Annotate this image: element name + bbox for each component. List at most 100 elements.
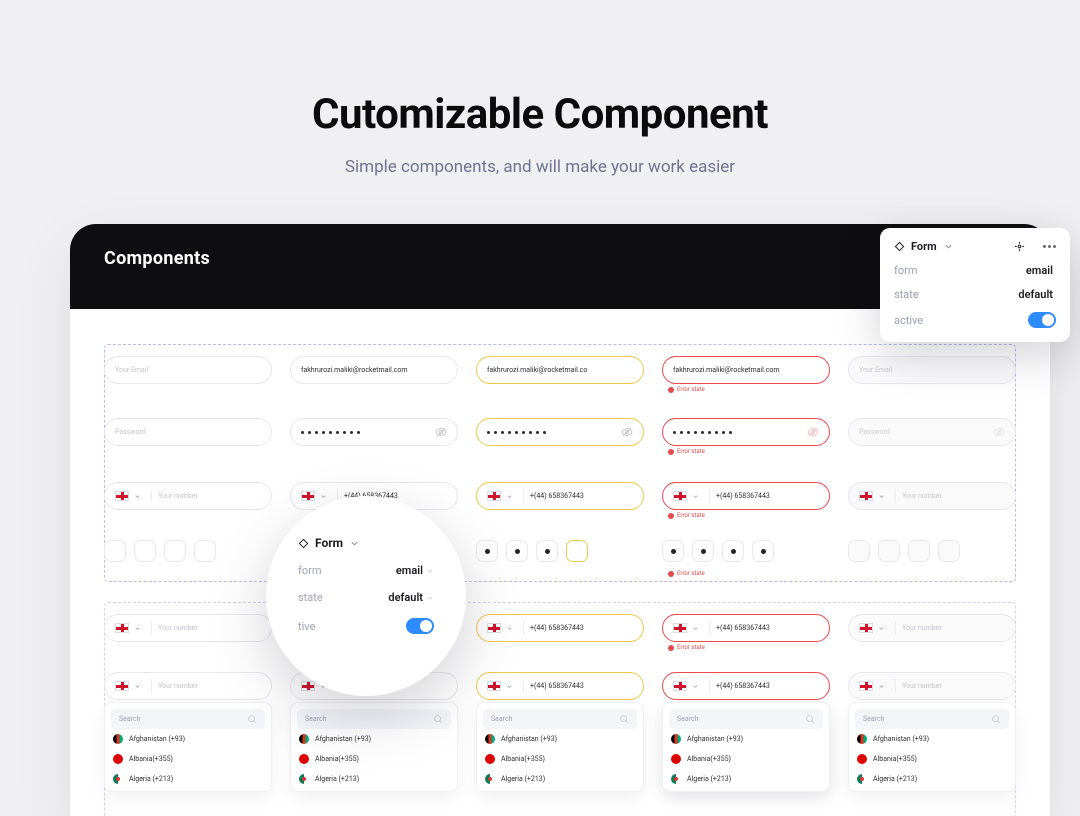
country-option[interactable]: Algeria (+213) [855, 769, 1009, 789]
flag-icon [671, 754, 681, 764]
phone-input-default[interactable]: Your number [104, 672, 272, 700]
search-input[interactable]: Search [669, 709, 823, 729]
country-option[interactable]: Afghanistan (+93) [855, 729, 1009, 749]
email-input-focus[interactable]: fakhrurozi.maliki@rocketmail.co [476, 356, 644, 384]
flag-icon [485, 754, 495, 764]
chevron-down-icon[interactable] [506, 625, 513, 632]
toggle-switch[interactable] [406, 618, 434, 634]
eye-icon[interactable] [807, 426, 819, 438]
phone-input-focus[interactable]: +(44) 658367443 [476, 672, 644, 700]
search-input[interactable]: Search [297, 709, 451, 729]
separator [895, 679, 896, 693]
chevron-down-icon[interactable] [692, 625, 699, 632]
otp-input-disabled [848, 540, 1016, 562]
phone-input-focus[interactable]: +(44) 658367443 [476, 482, 644, 510]
uk-flag-icon [859, 623, 873, 633]
password-input-disabled: Password [848, 418, 1016, 446]
separator [709, 679, 710, 693]
chevron-down-icon[interactable] [692, 493, 699, 500]
chevron-down-icon[interactable] [692, 683, 699, 690]
prop-value[interactable]: default [1018, 288, 1056, 301]
country-option[interactable]: Afghanistan (+93) [483, 729, 637, 749]
country-option[interactable]: Algeria (+213) [669, 769, 823, 789]
prop-label: state [894, 288, 919, 301]
phone-input-error[interactable]: +(44) 658367443 [662, 614, 830, 642]
email-input-disabled: Your Email [848, 356, 1016, 384]
chevron-down-icon[interactable] [134, 493, 141, 500]
chevron-down-icon[interactable] [878, 683, 885, 690]
email-input-filled[interactable]: fakhrurozi.maliki@rocketmail.com [290, 356, 458, 384]
password-input-default[interactable]: Password [104, 418, 272, 446]
country-option[interactable]: Albania(+355) [855, 749, 1009, 769]
country-option[interactable]: Albania(+355) [297, 749, 451, 769]
uk-flag-icon [301, 681, 315, 691]
phone-input-default[interactable]: Your number [104, 482, 272, 510]
otp-input-default[interactable] [104, 540, 272, 562]
flag-icon [113, 734, 123, 744]
password-input-filled[interactable] [290, 418, 458, 446]
phone-value: +(44) 658367443 [530, 492, 584, 500]
country-option[interactable]: Albania(+355) [111, 749, 265, 769]
phone-input-focus[interactable]: +(44) 658367443 [476, 614, 644, 642]
country-dropdown[interactable]: SearchAfghanistan (+93)Albania(+355)Alge… [290, 702, 458, 792]
search-icon [991, 714, 1001, 724]
uk-flag-icon [673, 681, 687, 691]
flag-icon [299, 774, 309, 784]
eye-icon[interactable] [621, 426, 633, 438]
country-option[interactable]: Albania(+355) [669, 749, 823, 769]
uk-flag-icon [673, 491, 687, 501]
phone-value: Your number [158, 624, 198, 632]
uk-flag-icon [115, 491, 129, 501]
chevron-down-icon[interactable] [134, 683, 141, 690]
chevron-down-icon[interactable] [134, 625, 141, 632]
phone-input-error[interactable]: +(44) 658367443 [662, 672, 830, 700]
search-input[interactable]: Search [483, 709, 637, 729]
password-input-error[interactable] [662, 418, 830, 446]
email-input-error[interactable]: fakhrurozi.maliki@rocketmail.com [662, 356, 830, 384]
phone-value: +(44) 658367443 [716, 624, 770, 632]
country-dropdown[interactable]: SearchAfghanistan (+93)Albania(+355)Alge… [476, 702, 644, 792]
country-option[interactable]: Afghanistan (+93) [669, 729, 823, 749]
flag-icon [671, 774, 681, 784]
uk-flag-icon [487, 491, 501, 501]
prop-value[interactable]: default [388, 591, 434, 604]
eye-icon[interactable] [435, 426, 447, 438]
search-input[interactable]: Search [855, 709, 1009, 729]
country-option[interactable]: Algeria (+213) [297, 769, 451, 789]
properties-card[interactable]: Form formemailstatedefaultactive [880, 228, 1070, 342]
otp-input-focus[interactable] [476, 540, 644, 562]
phone-input-disabled: Your number [848, 614, 1016, 642]
flag-icon [671, 734, 681, 744]
toggle-switch[interactable] [1028, 312, 1056, 328]
flag-icon [857, 774, 867, 784]
prop-value[interactable]: email [396, 564, 434, 577]
phone-input-disabled: Your number [848, 482, 1016, 510]
phone-input-error[interactable]: +(44) 658367443 [662, 482, 830, 510]
chevron-down-icon [349, 538, 360, 549]
chevron-down-icon[interactable] [506, 493, 513, 500]
more-icon[interactable] [1043, 245, 1056, 248]
chevron-down-icon[interactable] [506, 683, 513, 690]
target-icon[interactable] [1014, 241, 1025, 252]
country-option[interactable]: Algeria (+213) [483, 769, 637, 789]
country-dropdown[interactable]: SearchAfghanistan (+93)Albania(+355)Alge… [662, 702, 830, 792]
country-dropdown[interactable]: SearchAfghanistan (+93)Albania(+355)Alge… [848, 702, 1016, 792]
chevron-down-icon[interactable] [878, 493, 885, 500]
country-option[interactable]: Albania(+355) [483, 749, 637, 769]
chevron-down-icon[interactable] [320, 493, 327, 500]
uk-flag-icon [859, 681, 873, 691]
phone-input-default[interactable]: Your number [104, 614, 272, 642]
separator [523, 621, 524, 635]
chevron-down-icon[interactable] [878, 625, 885, 632]
email-input-default[interactable]: Your Email [104, 356, 272, 384]
country-option[interactable]: Afghanistan (+93) [111, 729, 265, 749]
country-dropdown[interactable]: SearchAfghanistan (+93)Albania(+355)Alge… [104, 702, 272, 792]
flag-icon [299, 734, 309, 744]
search-input[interactable]: Search [111, 709, 265, 729]
chevron-down-icon[interactable] [943, 241, 954, 252]
country-option[interactable]: Afghanistan (+93) [297, 729, 451, 749]
otp-input-error[interactable] [662, 540, 830, 562]
password-input-focus[interactable] [476, 418, 644, 446]
prop-value[interactable]: email [1026, 264, 1056, 277]
country-option[interactable]: Algeria (+213) [111, 769, 265, 789]
